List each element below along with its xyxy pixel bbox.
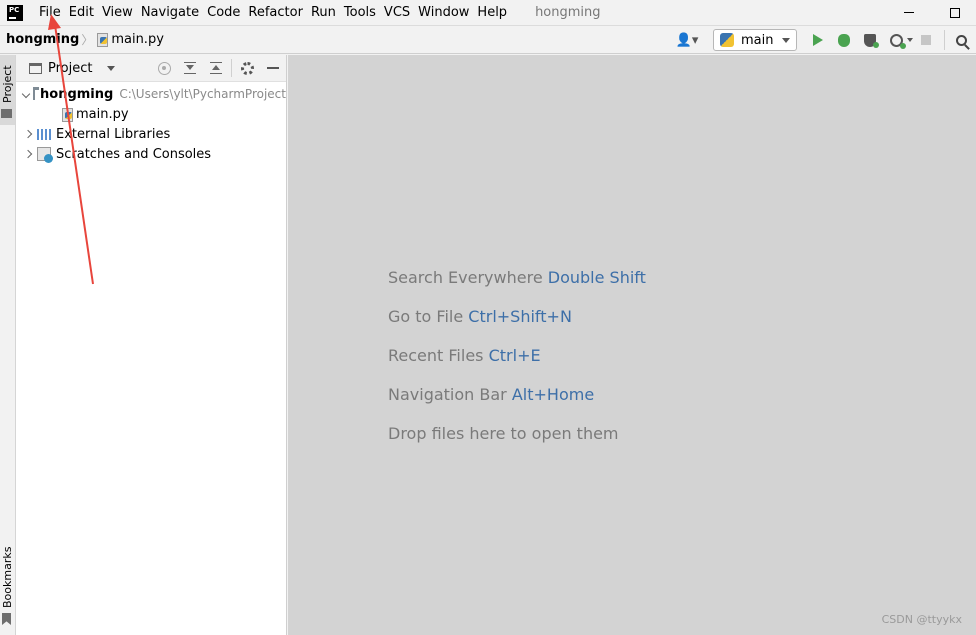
project-view-icon — [29, 62, 42, 74]
tree-item-scratches[interactable]: Scratches and Consoles — [16, 144, 286, 164]
menu-help[interactable]: Help — [473, 0, 511, 25]
gear-icon — [240, 61, 254, 75]
main-menu: File Edit View Navigate Code Refactor Ru… — [32, 0, 511, 25]
hint-search-everywhere: Search Everywhere Double Shift — [388, 268, 646, 287]
tree-item-external-libraries[interactable]: External Libraries — [16, 124, 286, 144]
shortcut-text: Ctrl+E — [488, 346, 541, 365]
python-icon — [720, 33, 734, 47]
project-path: C:\Users\ylt\PycharmProject — [119, 87, 286, 101]
python-file-icon — [61, 107, 73, 122]
tree-item-label: Scratches and Consoles — [56, 146, 212, 162]
watermark: CSDN @ttyykx — [881, 613, 962, 626]
title-bar: PC File Edit View Navigate Code Refactor… — [0, 0, 976, 25]
maximize-button[interactable] — [932, 0, 976, 25]
menu-vcs[interactable]: VCS — [380, 0, 414, 25]
bookmarks-tool-tab[interactable]: Bookmarks — [1, 547, 14, 608]
hint-navigation-bar: Navigation Bar Alt+Home — [388, 385, 595, 404]
scratches-icon — [37, 147, 53, 163]
stop-button[interactable] — [915, 29, 937, 51]
tree-item-main-py[interactable]: main.py — [16, 104, 286, 124]
folder-icon — [1, 109, 12, 118]
pycharm-logo-icon: PC — [7, 4, 23, 21]
hint-drop-files: Drop files here to open them — [388, 424, 619, 443]
chevron-down-icon — [782, 37, 790, 43]
search-everywhere-button[interactable] — [952, 29, 974, 51]
run-button[interactable] — [807, 29, 829, 51]
shortcut-text: Double Shift — [547, 268, 646, 287]
menu-file[interactable]: File — [32, 0, 65, 25]
project-tool-tab[interactable]: Project — [0, 55, 15, 125]
folder-icon — [33, 86, 40, 100]
run-config-label: main — [741, 32, 774, 48]
user-icon[interactable]: 👤▾ — [673, 29, 701, 51]
minimize-icon — [904, 12, 914, 13]
project-panel: Project hongming C:\Users\ylt\PycharmPro… — [16, 55, 287, 635]
profile-icon — [889, 33, 906, 49]
project-tree: hongming C:\Users\ylt\PycharmProject mai… — [16, 82, 286, 164]
menu-tools[interactable]: Tools — [340, 0, 380, 25]
editor-empty-area[interactable]: Search Everywhere Double Shift Go to Fil… — [288, 55, 976, 635]
chevron-down-icon[interactable] — [21, 89, 31, 100]
breadcrumb-file[interactable]: main.py — [111, 32, 164, 47]
main-toolbar: 👤▾ main — [671, 26, 976, 54]
chevron-right-icon[interactable] — [23, 129, 33, 140]
menu-edit[interactable]: Edit — [65, 0, 98, 25]
tree-item-label: hongming — [40, 86, 114, 102]
options-button[interactable] — [234, 57, 260, 79]
shortcut-text: Alt+Home — [511, 385, 595, 404]
project-tool-label: Project — [1, 65, 14, 103]
library-icon — [37, 128, 51, 140]
tree-item-project-root[interactable]: hongming C:\Users\ylt\PycharmProject — [16, 84, 286, 104]
locate-icon — [157, 61, 171, 75]
menu-view[interactable]: View — [98, 0, 137, 25]
maximize-icon — [950, 7, 960, 18]
select-opened-file-button[interactable] — [151, 57, 177, 79]
shortcut-text: Ctrl+Shift+N — [468, 307, 572, 326]
project-panel-tools — [151, 57, 286, 79]
python-file-icon — [96, 33, 109, 47]
run-config-selector[interactable]: main — [713, 29, 797, 51]
toolbar-divider — [231, 59, 232, 77]
left-tool-strip: Project Bookmarks — [0, 55, 16, 635]
menu-refactor[interactable]: Refactor — [244, 0, 307, 25]
run-icon — [813, 34, 823, 46]
minimize-icon — [267, 67, 279, 69]
navigation-bar: hongming 〉 main.py 👤▾ main — [0, 25, 976, 54]
search-icon — [955, 34, 967, 46]
chevron-right-icon[interactable] — [23, 149, 33, 160]
menu-run[interactable]: Run — [307, 0, 340, 25]
coverage-button[interactable] — [859, 29, 881, 51]
menu-window[interactable]: Window — [414, 0, 473, 25]
coverage-shield-icon — [864, 33, 879, 48]
toolbar-divider — [944, 30, 945, 50]
menu-code[interactable]: Code — [203, 0, 244, 25]
bookmark-icon — [2, 613, 11, 625]
tree-item-label: main.py — [76, 106, 129, 122]
hide-panel-button[interactable] — [260, 57, 286, 79]
hint-go-to-file: Go to File Ctrl+Shift+N — [388, 307, 572, 326]
debug-bug-icon — [838, 33, 850, 47]
editor-hints: Search Everywhere Double Shift Go to Fil… — [388, 268, 646, 463]
project-panel-header: Project — [16, 55, 286, 82]
project-view-selector[interactable]: Project — [48, 61, 92, 76]
stop-icon — [921, 35, 931, 45]
minimize-button[interactable] — [886, 0, 932, 25]
profile-button[interactable] — [885, 29, 907, 51]
expand-all-icon — [184, 62, 196, 74]
breadcrumb-separator-icon: 〉 — [81, 33, 94, 47]
window-title: hongming — [535, 5, 601, 20]
more-run-options-icon[interactable] — [907, 38, 913, 42]
menu-navigate[interactable]: Navigate — [137, 0, 203, 25]
breadcrumb-project[interactable]: hongming — [6, 32, 79, 47]
tree-item-label: External Libraries — [56, 126, 171, 142]
expand-all-button[interactable] — [177, 57, 203, 79]
chevron-down-icon[interactable] — [107, 65, 116, 71]
debug-button[interactable] — [833, 29, 855, 51]
hint-recent-files: Recent Files Ctrl+E — [388, 346, 541, 365]
collapse-all-button[interactable] — [203, 57, 229, 79]
collapse-all-icon — [210, 62, 222, 74]
